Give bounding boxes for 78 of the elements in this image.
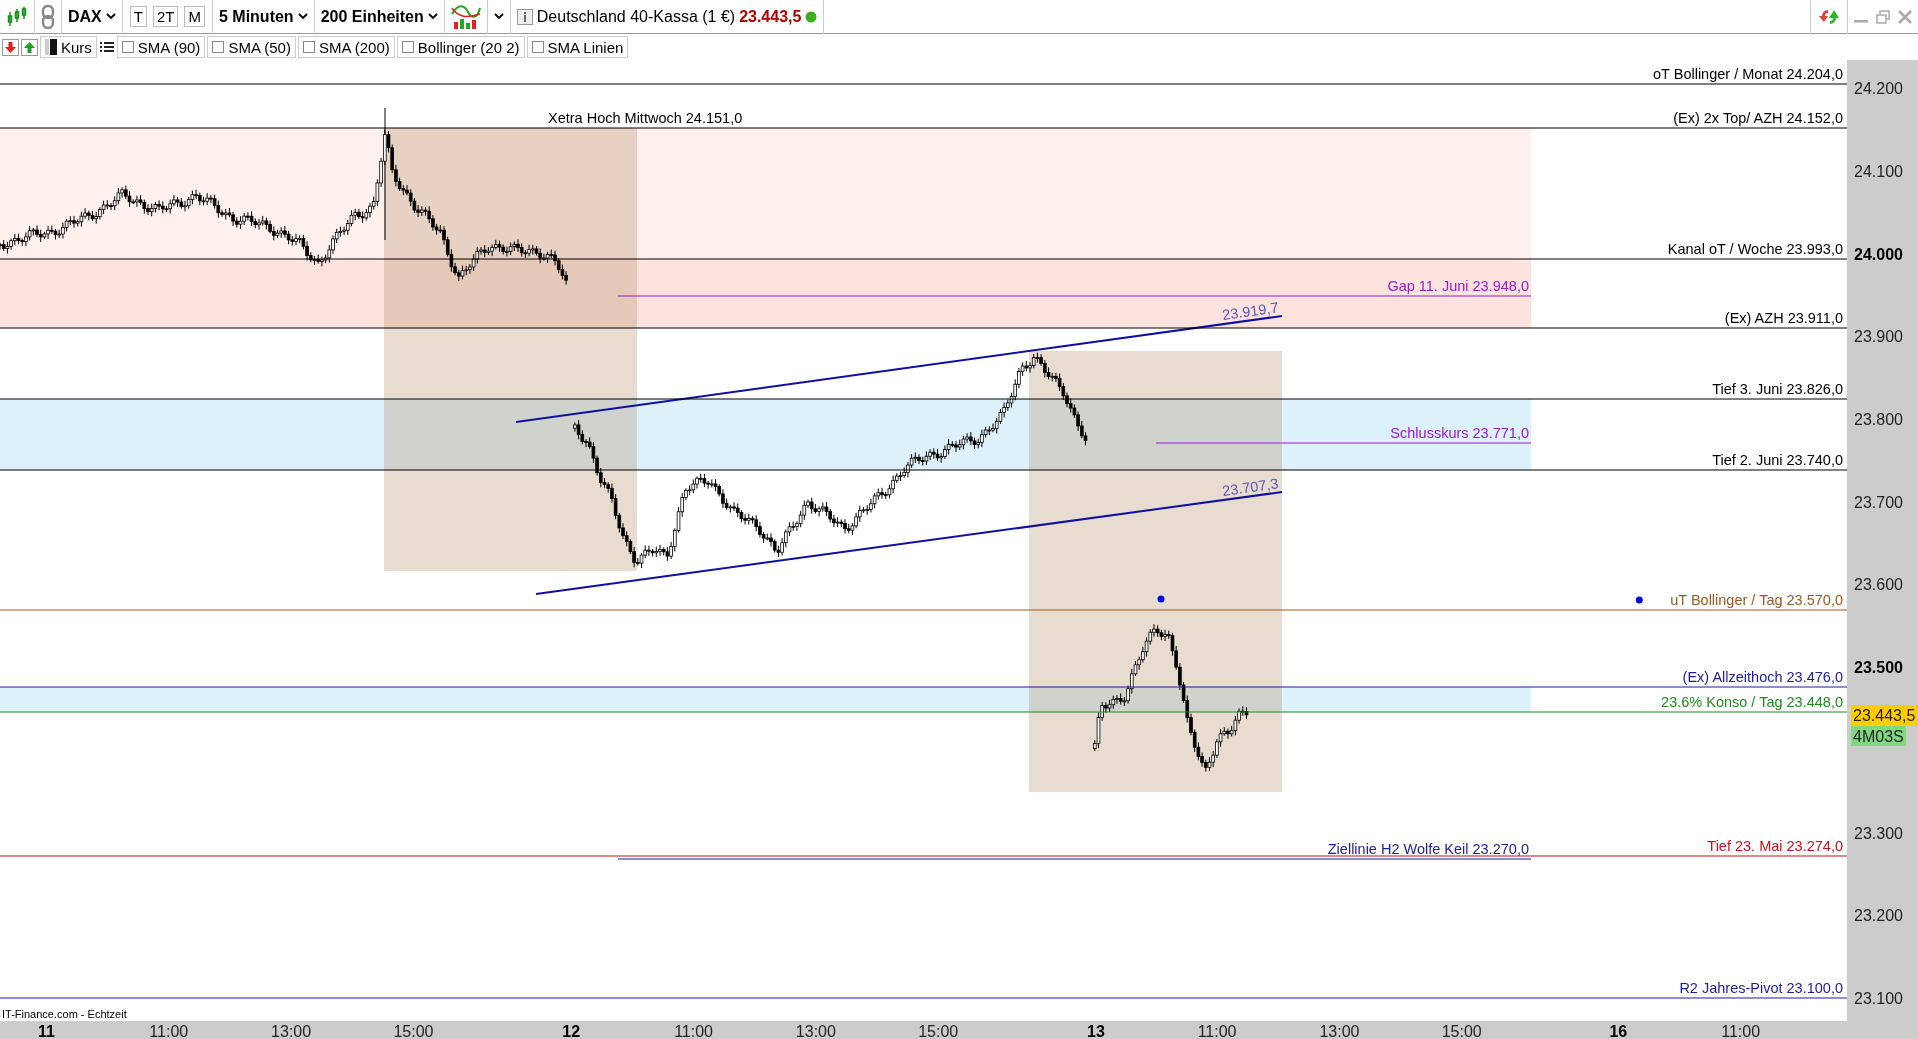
symbol-dropdown[interactable]: DAX (62, 0, 123, 34)
price-axis-label: 24.200 (1854, 80, 1903, 97)
close-icon[interactable] (1898, 9, 1912, 24)
price-axis-label: 23.500 (1854, 659, 1903, 676)
info-icon[interactable] (516, 8, 533, 25)
instrument-name: Deutschland 40-Kassa (1 €) (536, 7, 736, 26)
price-axis-label: 23.900 (1854, 328, 1903, 345)
bar-icon (45, 39, 57, 55)
price-axis-label: 23.200 (1854, 907, 1903, 924)
time-axis-label: 12 (562, 1023, 581, 1039)
level-label: (Ex) AZH 23.911,0 (1724, 310, 1843, 326)
price-axis-label: 23.700 (1854, 494, 1903, 511)
level-label: Ziellinie H2 Wolfe Keil 23.270,0 (1327, 841, 1529, 857)
current-price-badge: 23.443,5 (1851, 705, 1918, 726)
time-axis-label: 13:00 (271, 1023, 312, 1039)
price-axis-label: 24.000 (1854, 246, 1903, 263)
level-label: Tief 23. Mai 23.274,0 (1707, 838, 1843, 854)
caret-icon (493, 13, 504, 20)
period-button[interactable]: M (184, 6, 205, 27)
time-axis-label: 16 (1609, 1023, 1628, 1039)
trendline-label: 23.919,7 (1221, 299, 1280, 323)
price-axis-label: 24.100 (1854, 163, 1903, 180)
trendline-label: 23.707,3 (1221, 475, 1280, 499)
caret-icon (427, 13, 438, 20)
price-axis-label: 23.300 (1854, 825, 1903, 842)
time-axis-label: 15:00 (1441, 1023, 1482, 1039)
level-label: oT Bollinger / Monat 24.204,0 (1653, 66, 1843, 82)
time-axis-label: 11:00 (1197, 1023, 1237, 1039)
annotation-label: Xetra Hoch Mittwoch 24.151,0 (548, 110, 743, 126)
sell-arrow-icon[interactable] (2, 38, 19, 56)
level-label: 23.6% Konso / Tag 23.448,0 (1661, 694, 1843, 710)
indicator-chart-icon[interactable] (450, 3, 481, 30)
period-button[interactable]: T (129, 6, 147, 27)
time-axis-label: 13:00 (795, 1023, 836, 1039)
checkbox-icon[interactable] (121, 41, 134, 53)
time-axis-label: 13:00 (1319, 1023, 1360, 1039)
buy-arrow-icon[interactable] (21, 38, 38, 56)
price-axis-label: 23.600 (1854, 576, 1903, 593)
time-axis-label: 11:00 (149, 1023, 189, 1039)
level-label: Schlusskurs 23.771,0 (1390, 425, 1529, 441)
time-axis-label: 15:00 (393, 1023, 434, 1039)
indicator-checkbox[interactable]: Bollinger (20 2) (396, 36, 525, 58)
caret-icon (297, 13, 308, 20)
level-label: (Ex) 2x Top/ AZH 24.152,0 (1673, 110, 1843, 126)
chain-link-icon[interactable] (41, 4, 55, 29)
checkbox-icon[interactable] (401, 41, 414, 53)
candlestick-icon[interactable] (6, 5, 28, 28)
source-label: IT-Finance.com - Echtzeit (2, 1008, 127, 1020)
time-axis-label: 11:00 (1721, 1023, 1761, 1039)
checkbox-icon[interactable] (212, 41, 225, 53)
units-dropdown[interactable]: 200 Einheiten (314, 0, 445, 34)
last-price: 23.443,5 (739, 7, 802, 26)
price-axis-label: 23.100 (1854, 990, 1903, 1007)
level-label: (Ex) Allzeithoch 23.476,0 (1682, 669, 1843, 685)
time-axis-label: 15:00 (918, 1023, 959, 1039)
level-label: R2 Jahres-Pivot 23.100,0 (1679, 980, 1843, 996)
time-axis-label: 13 (1087, 1023, 1105, 1039)
caret-icon (105, 13, 116, 20)
checkbox-icon[interactable] (531, 41, 544, 53)
time-axis-label: 11 (38, 1023, 55, 1039)
countdown-badge: 4M03S (1851, 726, 1906, 746)
indicator-checkbox[interactable]: SMA (200) (297, 36, 395, 58)
restore-icon[interactable] (1876, 9, 1890, 24)
checkbox-icon[interactable] (302, 41, 315, 53)
price-axis-label: 23.800 (1854, 411, 1903, 428)
period-button[interactable]: 2T (152, 6, 179, 27)
indicator-checkbox[interactable]: SMA (50) (207, 36, 296, 58)
level-label: Tief 3. Juni 23.826,0 (1712, 381, 1843, 397)
list-icon[interactable] (98, 39, 115, 55)
indicator-checkbox[interactable]: SMA Linien (526, 36, 629, 58)
level-label: uT Bollinger / Tag 23.570,0 (1670, 592, 1843, 608)
time-axis-label: 11:00 (674, 1023, 713, 1039)
price-type-selector[interactable]: Kurs (40, 36, 97, 58)
interval-dropdown[interactable]: 5 Minuten (212, 0, 315, 34)
level-label: Tief 2. Juni 23.740,0 (1712, 452, 1843, 468)
level-label: Kanal oT / Woche 23.993,0 (1667, 241, 1843, 257)
indicator-checkbox[interactable]: SMA (90) (116, 36, 206, 58)
level-label: Gap 11. Juni 23.948,0 (1387, 278, 1529, 294)
